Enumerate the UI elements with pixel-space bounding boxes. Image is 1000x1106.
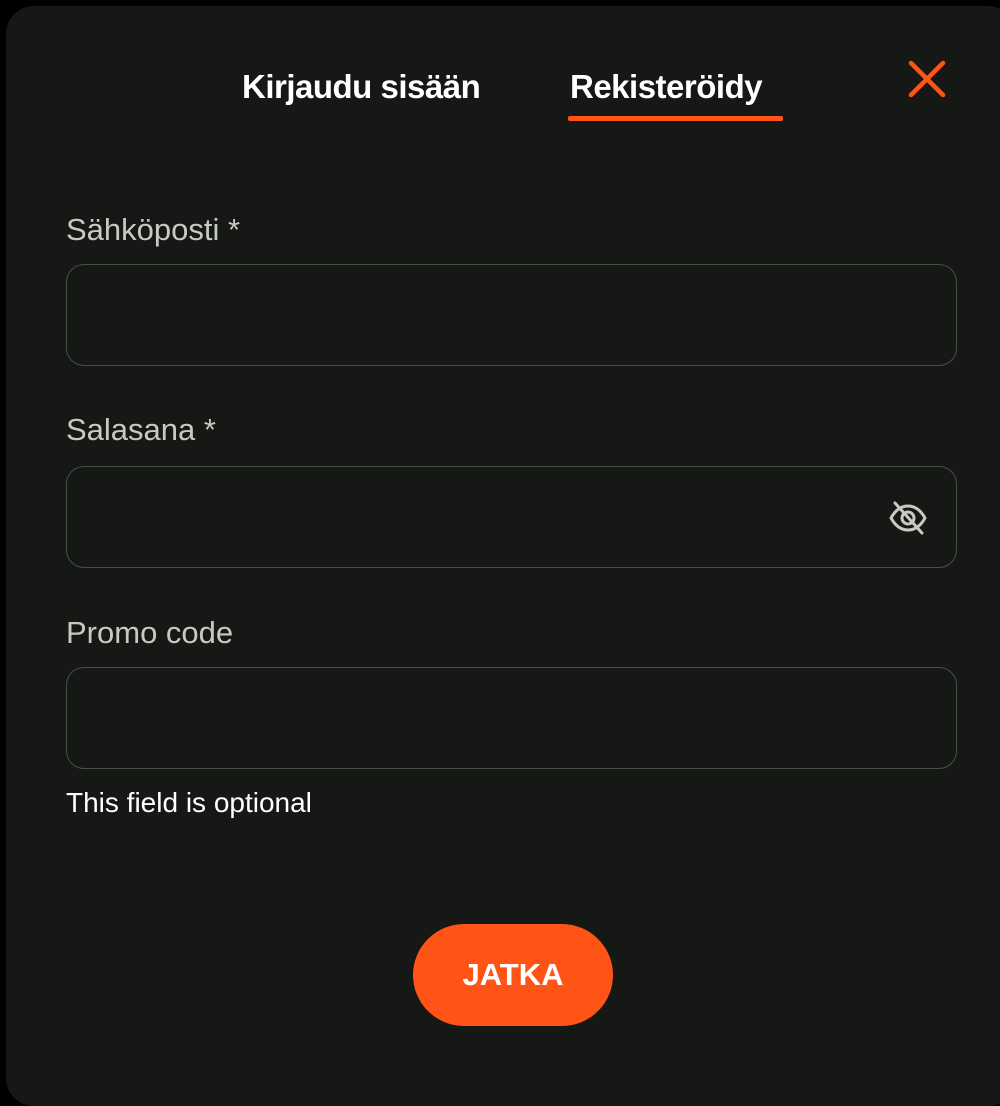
close-button[interactable] (902, 54, 952, 104)
email-field[interactable] (66, 264, 957, 366)
password-field[interactable] (66, 466, 957, 568)
auth-tabs: Kirjaudu sisään Rekisteröidy (6, 6, 1000, 136)
tab-login[interactable]: Kirjaudu sisään (242, 68, 481, 106)
active-tab-indicator (568, 116, 783, 121)
continue-button[interactable]: JATKA (413, 924, 613, 1026)
password-label: Salasana * (66, 412, 216, 447)
register-modal: Kirjaudu sisään Rekisteröidy Sähköposti … (6, 6, 1000, 1106)
email-label: Sähköposti * (66, 212, 241, 247)
password-visibility-toggle[interactable] (888, 500, 928, 536)
promo-code-hint: This field is optional (66, 787, 312, 818)
promo-code-field[interactable] (66, 667, 957, 769)
promo-code-label: Promo code (66, 615, 234, 650)
close-icon (908, 60, 946, 98)
eye-off-icon (889, 501, 927, 535)
tab-register[interactable]: Rekisteröidy (570, 68, 763, 106)
